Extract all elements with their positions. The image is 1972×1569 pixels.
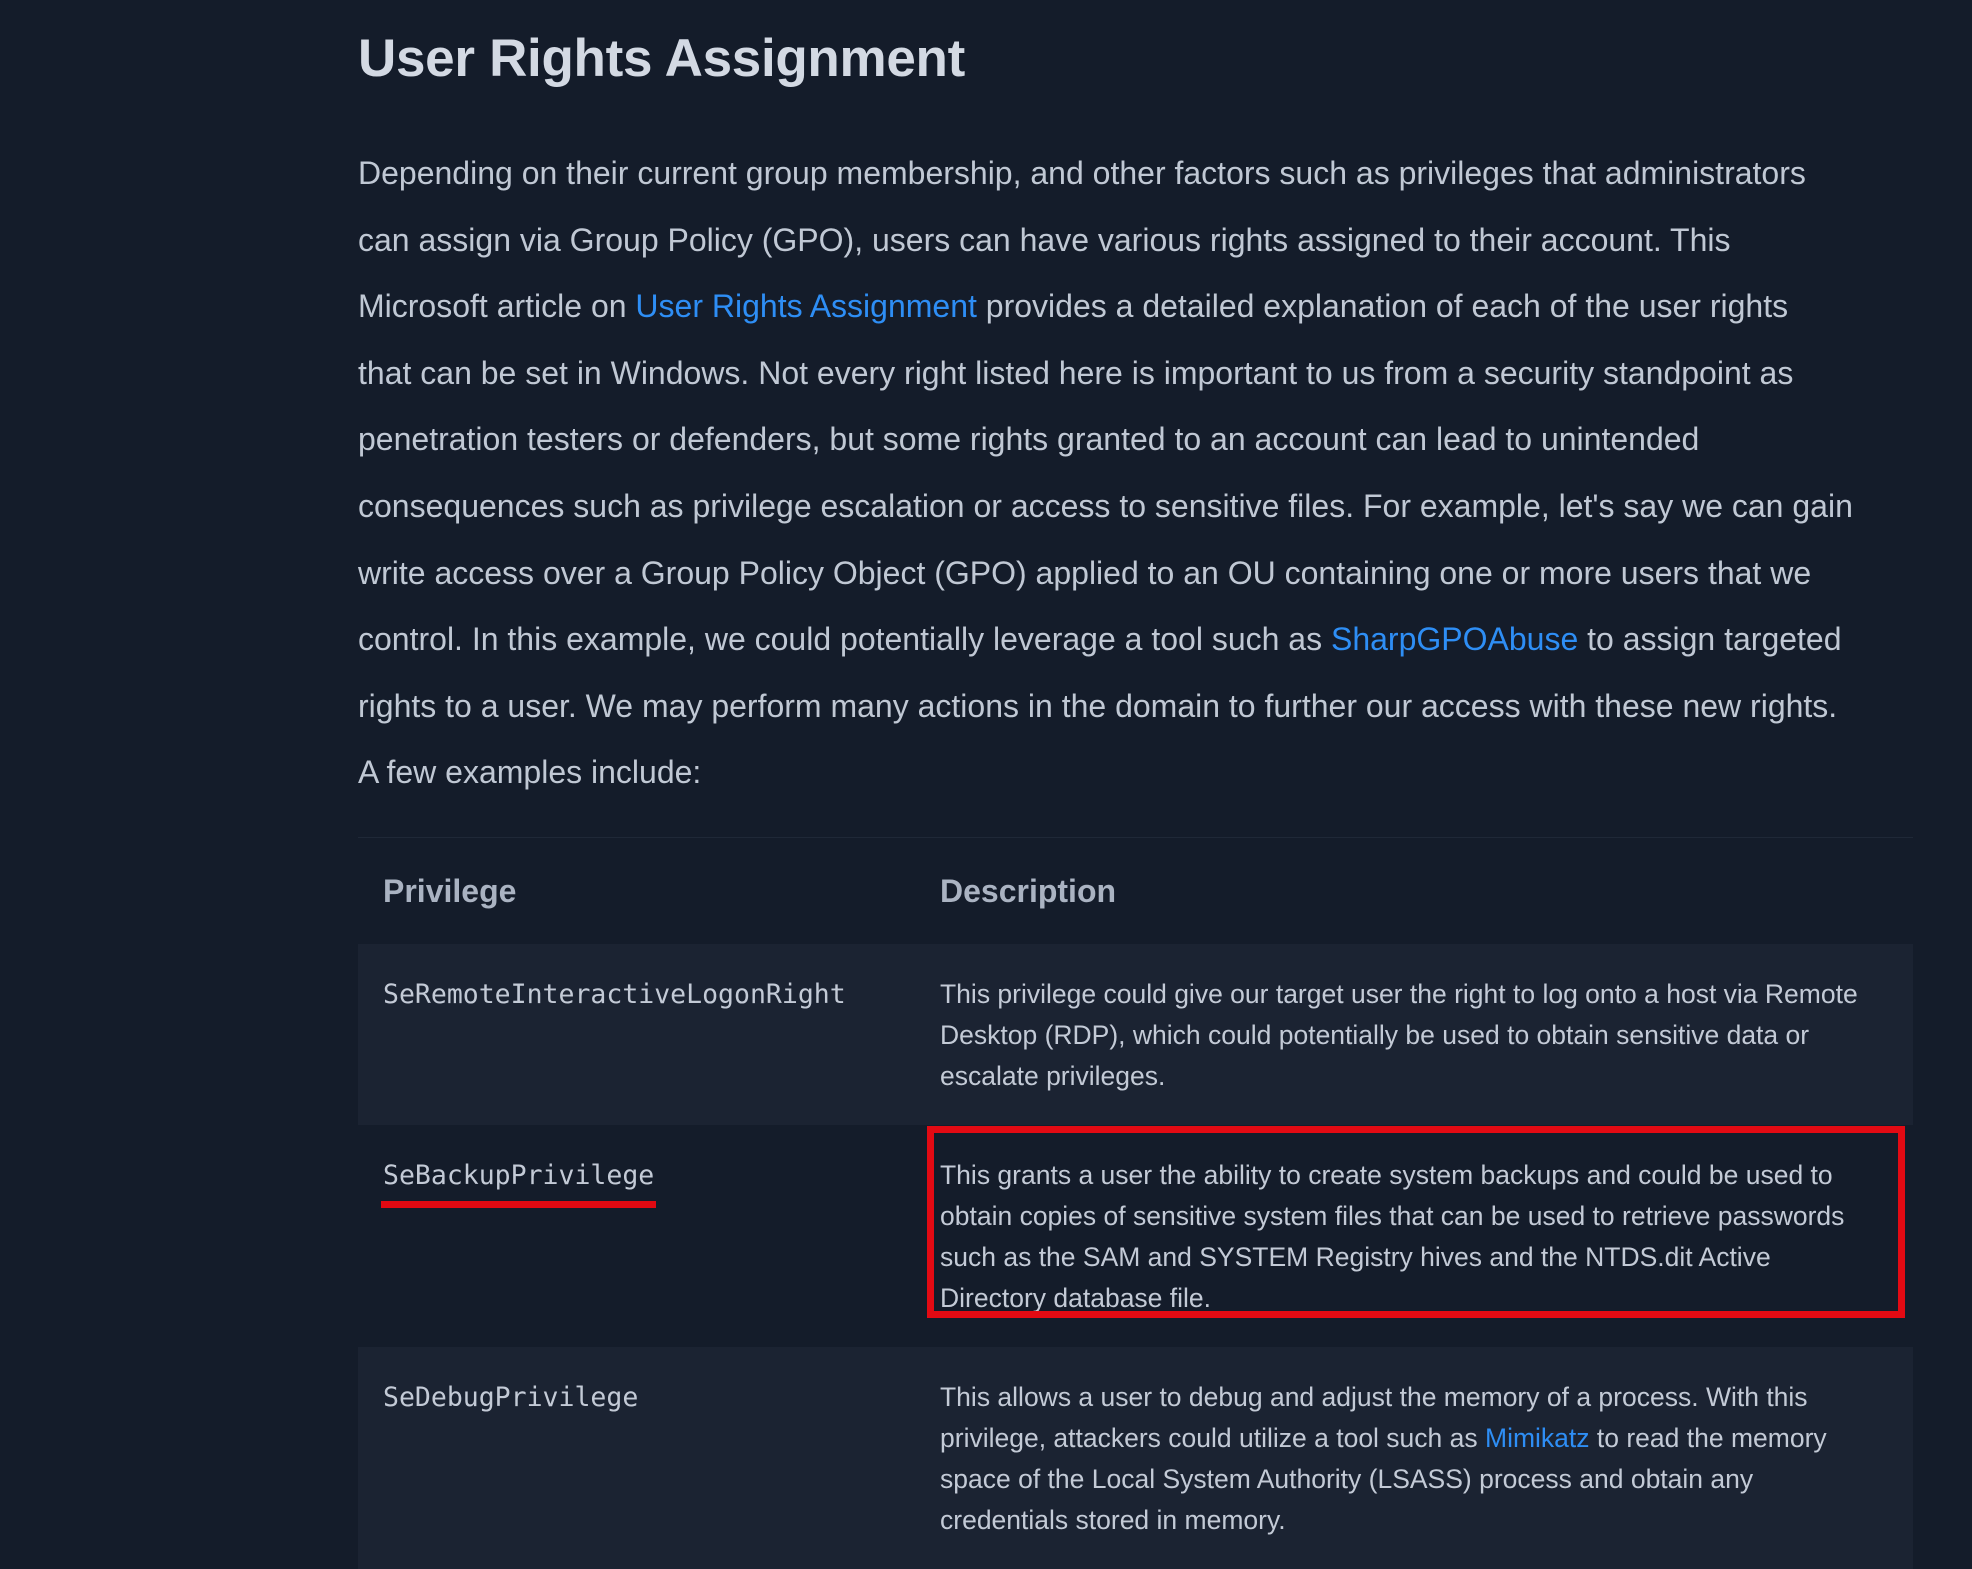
sharpgpoabuse-link[interactable]: SharpGPOAbuse (1331, 621, 1578, 657)
privilege-name: SeRemoteInteractiveLogonRight (383, 979, 846, 1010)
description-line: privilege, attackers could utilize a too… (940, 1418, 1873, 1459)
table-row: SeRemoteInteractiveLogonRight This privi… (358, 944, 1913, 1125)
description-line: Desktop (RDP), which could potentially b… (940, 1020, 1810, 1050)
intro-text: Microsoft article on (358, 288, 636, 325)
column-header-privilege: Privilege (383, 872, 517, 909)
intro-line: A few examples include: (358, 739, 1913, 806)
privilege-cell: SeRemoteInteractiveLogonRight (358, 944, 915, 1125)
intro-line: Depending on their current group members… (358, 140, 1913, 207)
intro-text: consequences such as privilege escalatio… (358, 487, 1853, 524)
intro-text: to assign targeted (1578, 621, 1842, 658)
description-line: space of the Local System Authority (LSA… (940, 1464, 1754, 1494)
intro-text: Depending on their current group members… (358, 155, 1806, 191)
intro-text: provides a detailed explanation of each … (976, 288, 1789, 325)
table-row: SeDebugPrivilege This allows a user to d… (358, 1347, 1913, 1569)
intro-text: write access over a Group Policy Object … (358, 554, 1812, 591)
intro-text: penetration testers or defenders, but so… (358, 421, 1700, 458)
intro-line: control. In this example, we could poten… (358, 606, 1913, 673)
mimikatz-link[interactable]: Mimikatz (1485, 1423, 1590, 1453)
intro-text: can assign via Group Policy (GPO), users… (358, 221, 1731, 258)
description-text: privilege, attackers could utilize a too… (940, 1423, 1485, 1453)
intro-line: penetration testers or defenders, but so… (358, 406, 1913, 473)
red-underline-annotation (381, 1201, 657, 1208)
description-cell: This privilege could give our target use… (915, 944, 1913, 1125)
privilege-name: SeBackupPrivilege (381, 1155, 657, 1208)
intro-line: rights to a user. We may perform many ac… (358, 673, 1913, 740)
privileges-table: Privilege Description SeRemoteInteractiv… (358, 838, 1913, 1569)
intro-text: rights to a user. We may perform many ac… (358, 687, 1838, 724)
privilege-name: SeDebugPrivilege (383, 1382, 639, 1413)
intro-line: that can be set in Windows. Not every ri… (358, 340, 1913, 407)
description-line: such as the SAM and SYSTEM Registry hive… (940, 1242, 1771, 1272)
description-line: obtain copies of sensitive system files … (940, 1201, 1845, 1231)
description-text: to read the memory (1589, 1423, 1827, 1453)
description-line: This privilege could give our target use… (940, 979, 1858, 1009)
table-header-row: Privilege Description (358, 838, 1913, 944)
intro-text: A few examples include: (358, 754, 702, 791)
description-line: escalate privileges. (940, 1061, 1166, 1091)
user-rights-assignment-link[interactable]: User Rights Assignment (635, 288, 976, 324)
column-header-description: Description (940, 872, 1117, 909)
description-line: This allows a user to debug and adjust t… (940, 1382, 1808, 1412)
privilege-name-text: SeBackupPrivilege (383, 1160, 655, 1191)
intro-text: control. In this example, we could poten… (358, 621, 1331, 658)
intro-line: consequences such as privilege escalatio… (358, 473, 1913, 540)
intro-paragraph: Depending on their current group members… (358, 140, 1913, 806)
intro-line: can assign via Group Policy (GPO), users… (358, 207, 1913, 274)
description-line: credentials stored in memory. (940, 1505, 1286, 1535)
description-line: Directory database file. (940, 1283, 1212, 1313)
description-line: This grants a user the ability to create… (940, 1160, 1833, 1190)
privilege-cell: SeBackupPrivilege (358, 1125, 915, 1347)
description-cell: This grants a user the ability to create… (915, 1125, 1913, 1347)
intro-line: Microsoft article on User Rights Assignm… (358, 273, 1913, 340)
intro-text: that can be set in Windows. Not every ri… (358, 354, 1794, 391)
intro-line: write access over a Group Policy Object … (358, 540, 1913, 607)
privilege-cell: SeDebugPrivilege (358, 1347, 915, 1569)
page-title: User Rights Assignment (358, 29, 965, 88)
table-row-highlighted: SeBackupPrivilege This grants a user the… (358, 1125, 1913, 1347)
description-cell: This allows a user to debug and adjust t… (915, 1347, 1913, 1569)
